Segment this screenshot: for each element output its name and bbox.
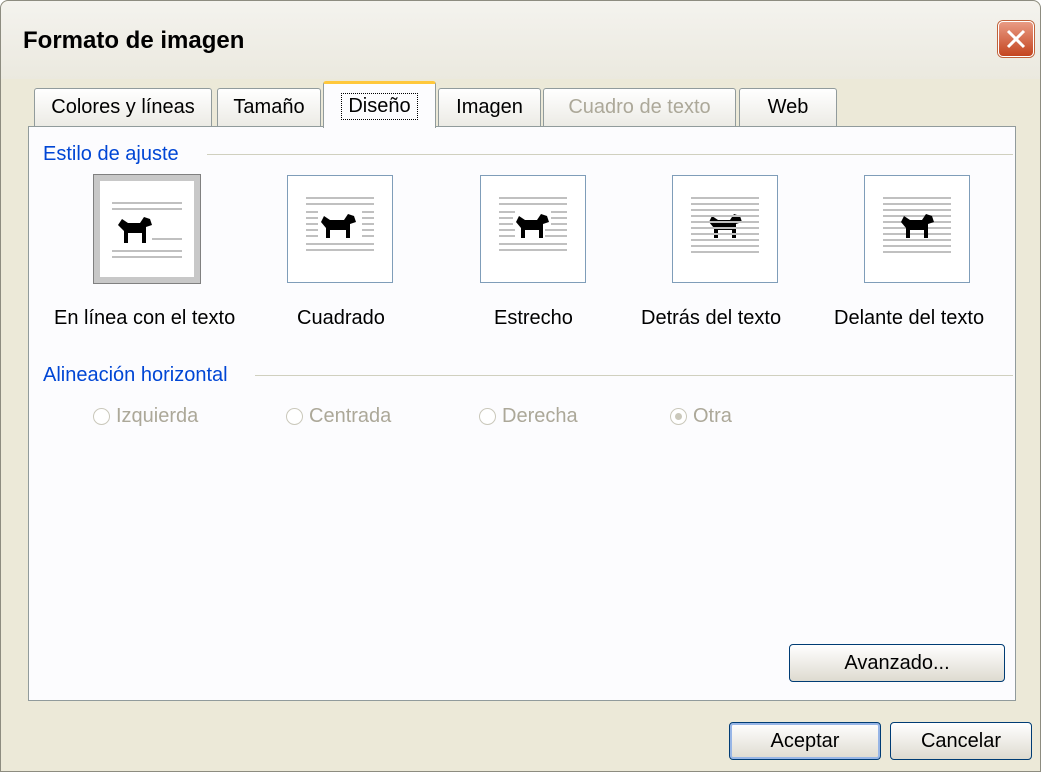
wrap-inline-label: En línea con el texto [54,307,236,329]
tab-label: Colores y líneas [51,96,195,118]
tab-colores-y-lineas[interactable]: Colores y líneas [34,88,212,126]
radio-button [93,408,110,425]
group-divider [207,154,1013,155]
wrap-behind-option[interactable] [672,175,778,283]
radio-label: Derecha [502,405,578,427]
radio-centrada: Centrada [286,405,391,428]
wrap-behind-icon [691,197,759,253]
tab-diseno[interactable]: Diseño [323,81,436,128]
wrap-front-label: Delante del texto [834,307,985,329]
wrap-tight-option[interactable] [480,175,586,283]
radio-otra: Otra [670,405,732,428]
wrap-inline-option[interactable] [93,174,201,284]
radio-derecha: Derecha [479,405,578,428]
wrap-front-icon [883,197,951,253]
horizontal-alignment-group-title: Alineación horizontal [43,364,238,387]
tab-cuadro-de-texto: Cuadro de texto [543,88,736,126]
radio-button [286,408,303,425]
tab-label: Tamaño [233,96,305,118]
title-bar[interactable]: Formato de imagen [1,1,1040,79]
wrap-square-label: Cuadrado [297,307,385,329]
close-icon [1006,29,1026,49]
dialog-window: Formato de imagen Colores y líneas Tamañ… [0,0,1041,772]
wrap-tight-icon [499,197,567,251]
radio-label: Centrada [309,405,392,427]
wrap-inline-icon [112,202,182,258]
dialog-title: Formato de imagen [23,27,245,54]
radio-button [479,408,496,425]
tab-label: Cuadro de texto [568,96,711,118]
wrap-front-option[interactable] [864,175,970,283]
button-label: Avanzado... [844,651,950,674]
tab-label: Diseño [341,92,418,120]
cancel-button[interactable]: Cancelar [890,722,1032,760]
tab-imagen[interactable]: Imagen [438,88,541,126]
tab-panel-diseno: Estilo de ajuste En línea con el texto C… [28,126,1016,701]
group-divider [255,375,1013,376]
advanced-button[interactable]: Avanzado... [789,644,1005,682]
wrap-square-icon [306,197,374,251]
wrap-tight-label: Estrecho [494,307,573,329]
wrap-behind-label: Detrás del texto [641,307,782,329]
tab-tamano[interactable]: Tamaño [217,88,321,126]
button-label: Cancelar [920,729,1002,752]
wrap-square-option[interactable] [287,175,393,283]
tab-label: Web [767,96,809,118]
radio-label: Otra [693,405,732,427]
wrap-style-group-title: Estilo de ajuste [43,143,189,166]
close-button[interactable] [998,21,1034,57]
ok-button[interactable]: Aceptar [729,722,881,760]
radio-button-checked [670,408,687,425]
radio-izquierda: Izquierda [93,405,198,428]
radio-label: Izquierda [116,405,199,427]
tab-label: Imagen [456,96,523,118]
button-label: Aceptar [770,729,840,752]
tab-web[interactable]: Web [739,88,837,126]
